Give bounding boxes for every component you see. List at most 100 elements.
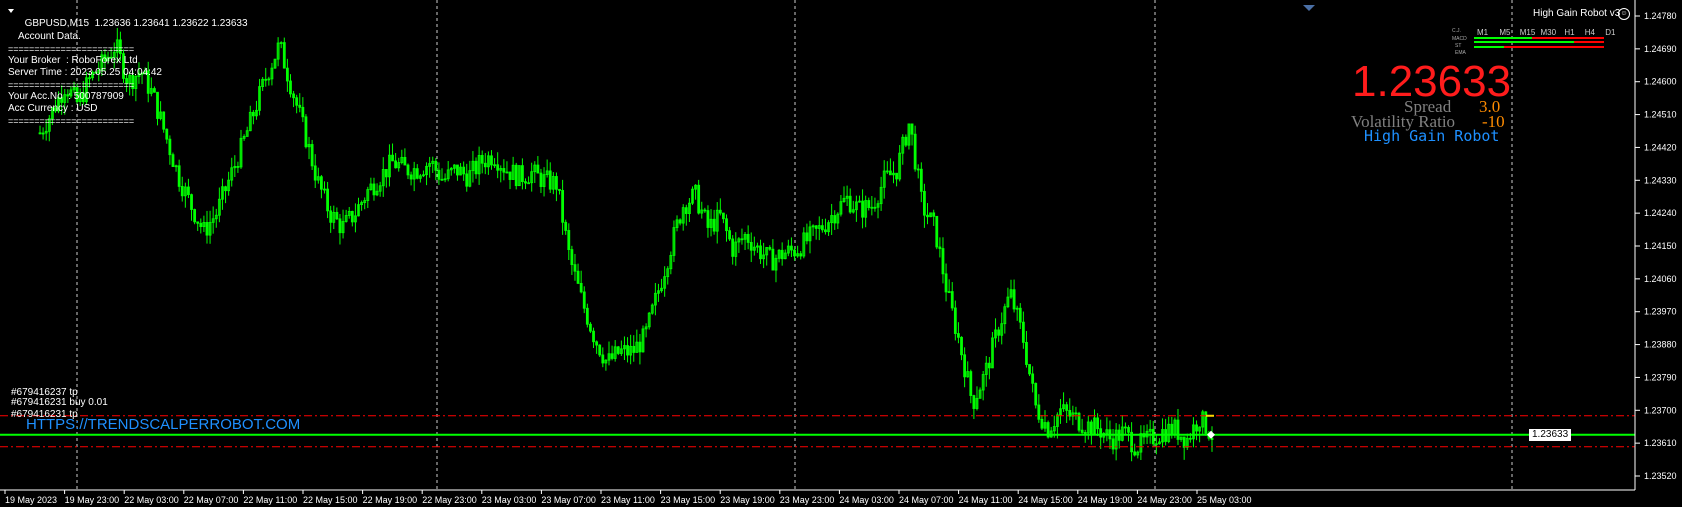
account-title: Account Data. xyxy=(18,31,81,42)
time-tick-label: 22 May 07:00 xyxy=(184,495,239,505)
robot-smile-icon[interactable]: ☺ xyxy=(1618,8,1630,20)
price-tick-label: 1.23970 xyxy=(1644,307,1677,317)
candle-body xyxy=(539,172,543,187)
candle-body xyxy=(480,155,484,164)
candle-body xyxy=(895,172,898,180)
candle-body xyxy=(350,210,354,223)
candle-body xyxy=(1099,428,1103,438)
candle-body xyxy=(289,80,292,95)
price-tick-label: 1.23790 xyxy=(1644,372,1677,382)
candle-body xyxy=(768,247,772,250)
price-tick-label: 1.24600 xyxy=(1644,77,1677,87)
symbol-ohlc-header: GBPUSD,M15 1.23636 1.23641 1.23622 1.236… xyxy=(19,6,248,30)
candle-body xyxy=(1195,424,1198,432)
candle-body xyxy=(502,168,506,173)
order-label-buy[interactable]: #679416231 buy 0.01 xyxy=(11,397,108,409)
price-tick-label: 1.23610 xyxy=(1644,438,1677,448)
symbol-name: GBPUSD,M15 xyxy=(24,18,90,29)
time-tick-label: 22 May 19:00 xyxy=(363,495,418,505)
price-tick-label: 1.24330 xyxy=(1644,175,1677,185)
candle-body xyxy=(684,207,688,214)
candle-body xyxy=(199,222,203,227)
candle-body xyxy=(731,238,735,257)
candle-body xyxy=(558,188,561,191)
candle-body xyxy=(944,273,948,293)
price-tick-label: 1.24150 xyxy=(1644,241,1677,251)
price-tick-label: 1.24510 xyxy=(1644,110,1677,120)
time-tick-label: 19 May 23:00 xyxy=(65,495,120,505)
candle-body xyxy=(1074,412,1078,415)
time-tick-label: 23 May 07:00 xyxy=(541,495,596,505)
robot-title: High Gain Robot v3 xyxy=(1533,8,1621,19)
candle-body xyxy=(1018,307,1022,323)
price-tick-label: 1.23520 xyxy=(1644,471,1677,481)
candle-body xyxy=(251,111,255,117)
candle-body xyxy=(465,173,469,187)
candle-body xyxy=(749,242,753,251)
candle-body xyxy=(313,165,317,181)
time-tick-label: 23 May 19:00 xyxy=(720,495,775,505)
account-separator: ======================== xyxy=(8,116,135,126)
candle-body xyxy=(1170,423,1174,435)
candle-body xyxy=(564,221,568,231)
candle-body xyxy=(1176,419,1180,440)
candle-body xyxy=(394,160,398,169)
candle-body xyxy=(409,174,413,180)
candle-body xyxy=(1028,364,1031,375)
candle-body xyxy=(1188,437,1192,440)
candle-body xyxy=(372,183,376,196)
candle-body xyxy=(224,186,227,192)
candle-body xyxy=(168,138,172,156)
watermark-url: HTTPS://TRENDSCALPERROBOT.COM xyxy=(26,416,301,433)
account-separator: ======================== xyxy=(8,80,135,90)
candle-body xyxy=(678,219,682,224)
time-tick-label: 24 May 19:00 xyxy=(1078,495,1133,505)
candle-body xyxy=(953,307,957,334)
account-panel: Account Data. ======================== Y… xyxy=(8,31,162,127)
account-broker: Your Broker : RoboForex Ltd xyxy=(8,55,138,66)
candle-body xyxy=(941,248,945,275)
candle-body xyxy=(524,181,527,184)
candle-body xyxy=(824,229,827,233)
candle-body xyxy=(320,176,323,190)
candle-body xyxy=(718,209,722,214)
candle-body xyxy=(304,116,308,148)
candle-body xyxy=(799,253,803,257)
candle-body xyxy=(997,329,1001,336)
candle-body xyxy=(1089,421,1093,435)
candle-body xyxy=(579,282,583,293)
candle-body xyxy=(483,162,487,168)
candle-body xyxy=(329,210,333,223)
brand-label: High Gain Robot xyxy=(1364,127,1500,145)
candle-body xyxy=(805,232,809,242)
candle-body xyxy=(298,104,302,108)
candle-body xyxy=(187,186,190,196)
candle-body xyxy=(1034,382,1038,406)
time-tick-label: 24 May 07:00 xyxy=(899,495,954,505)
candle-body xyxy=(193,209,197,223)
candle-body xyxy=(938,246,942,249)
candle-body xyxy=(926,214,929,218)
candle-body xyxy=(391,154,394,162)
candle-body xyxy=(919,168,923,192)
candle-body xyxy=(496,164,500,171)
account-server-time: Server Time : 2023.05.25 04:04:42 xyxy=(8,67,162,78)
candle-body xyxy=(1151,428,1155,445)
candle-body xyxy=(950,291,954,309)
candle-body xyxy=(292,93,295,99)
candle-body xyxy=(38,132,42,135)
candle-body xyxy=(190,194,193,210)
candle-body xyxy=(570,249,574,266)
candle-body xyxy=(162,111,166,130)
time-tick-label: 24 May 23:00 xyxy=(1137,495,1192,505)
candle-body xyxy=(833,215,837,224)
candle-body xyxy=(567,230,571,251)
candle-body xyxy=(725,218,728,232)
candle-body xyxy=(598,344,602,356)
candle-body xyxy=(335,211,339,220)
candle-body xyxy=(1080,429,1084,433)
candle-body xyxy=(462,166,466,175)
candle-body xyxy=(536,164,540,174)
signal-bars xyxy=(1474,37,1604,48)
candle-body xyxy=(406,164,410,176)
